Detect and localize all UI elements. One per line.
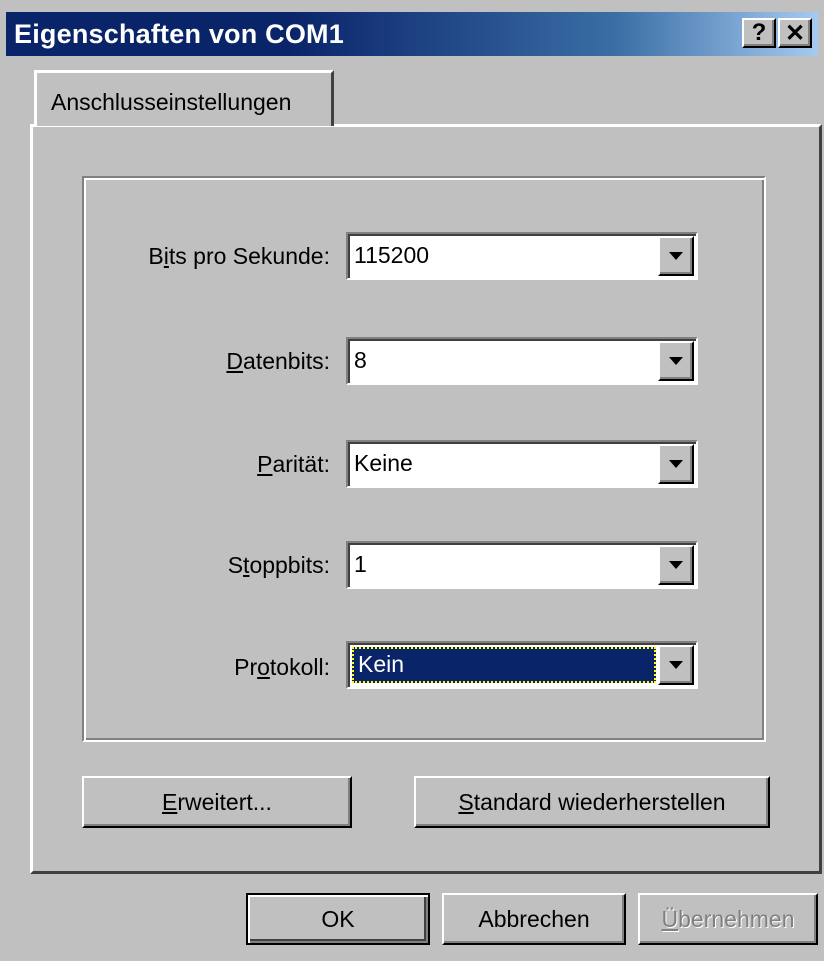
- label-part: Pr: [234, 654, 258, 680]
- label-part: atenbits:: [243, 348, 330, 374]
- stop-bits-label: Stoppbits:: [110, 552, 330, 579]
- parity-select[interactable]: Keine: [346, 440, 698, 488]
- protocol-label: Protokoll:: [110, 654, 330, 681]
- label-part: bernehmen: [678, 905, 795, 932]
- button-label: OK: [321, 905, 355, 932]
- label-accesskey: P: [257, 451, 273, 477]
- window-title: Eigenschaften von COM1: [14, 19, 344, 49]
- bits-per-second-value: 115200: [354, 242, 430, 268]
- advanced-button[interactable]: Erweitert...: [82, 776, 352, 828]
- parity-value: Keine: [354, 450, 413, 476]
- restore-defaults-button[interactable]: Standard wiederherstellen: [414, 776, 770, 828]
- label-accesskey: D: [226, 348, 244, 374]
- data-bits-label: Datenbits:: [110, 348, 330, 375]
- label-part: tandard wiederherstellen: [473, 788, 726, 815]
- data-bits-value: 8: [354, 347, 367, 373]
- protocol-select[interactable]: Kein: [346, 641, 698, 689]
- close-button[interactable]: ✕: [778, 18, 812, 48]
- label-part: B: [148, 243, 164, 269]
- chevron-down-icon[interactable]: [658, 236, 694, 276]
- button-label: Übernehmen: [662, 906, 795, 933]
- stop-bits-value: 1: [354, 551, 367, 577]
- label-part: oppbits:: [249, 552, 330, 578]
- tab-label: Anschlusseinstellungen: [51, 89, 292, 115]
- chevron-down-icon[interactable]: [658, 444, 694, 484]
- label-part: ts pro Sekunde:: [168, 243, 330, 269]
- data-bits-select[interactable]: 8: [346, 337, 698, 385]
- ok-button[interactable]: OK: [246, 893, 430, 945]
- stop-bits-select[interactable]: 1: [346, 541, 698, 589]
- chevron-down-icon[interactable]: [658, 645, 694, 685]
- title-bar[interactable]: Eigenschaften von COM1 ? ✕: [6, 12, 818, 56]
- protocol-value: Kein: [358, 651, 405, 677]
- label-part: arität:: [272, 451, 330, 477]
- bits-per-second-label: Bits pro Sekunde:: [110, 243, 330, 270]
- label-part: rweitert...: [177, 788, 272, 815]
- properties-dialog: Eigenschaften von COM1 ? ✕ Anschlusseins…: [0, 0, 824, 961]
- apply-button[interactable]: Übernehmen: [638, 893, 818, 945]
- tab-anschlusseinstellungen[interactable]: Anschlusseinstellungen: [34, 70, 334, 126]
- label-accesskey: o: [257, 654, 270, 680]
- button-label: Standard wiederherstellen: [458, 789, 725, 816]
- help-icon: ?: [751, 19, 767, 46]
- label-accesskey: E: [162, 788, 178, 815]
- label-accesskey: Ü: [661, 905, 679, 932]
- cancel-button[interactable]: Abbrechen: [442, 893, 626, 945]
- label-part: S: [227, 552, 244, 578]
- button-label: Abbrechen: [478, 905, 590, 932]
- label-accesskey: S: [458, 788, 474, 815]
- close-icon: ✕: [784, 19, 806, 47]
- bits-per-second-select[interactable]: 115200: [346, 232, 698, 280]
- chevron-down-icon[interactable]: [658, 545, 694, 585]
- chevron-down-icon[interactable]: [658, 341, 694, 381]
- label-part: tokoll:: [269, 654, 330, 680]
- parity-label: Parität:: [110, 451, 330, 478]
- help-button[interactable]: ?: [742, 18, 776, 48]
- button-label: Erweitert...: [162, 789, 272, 816]
